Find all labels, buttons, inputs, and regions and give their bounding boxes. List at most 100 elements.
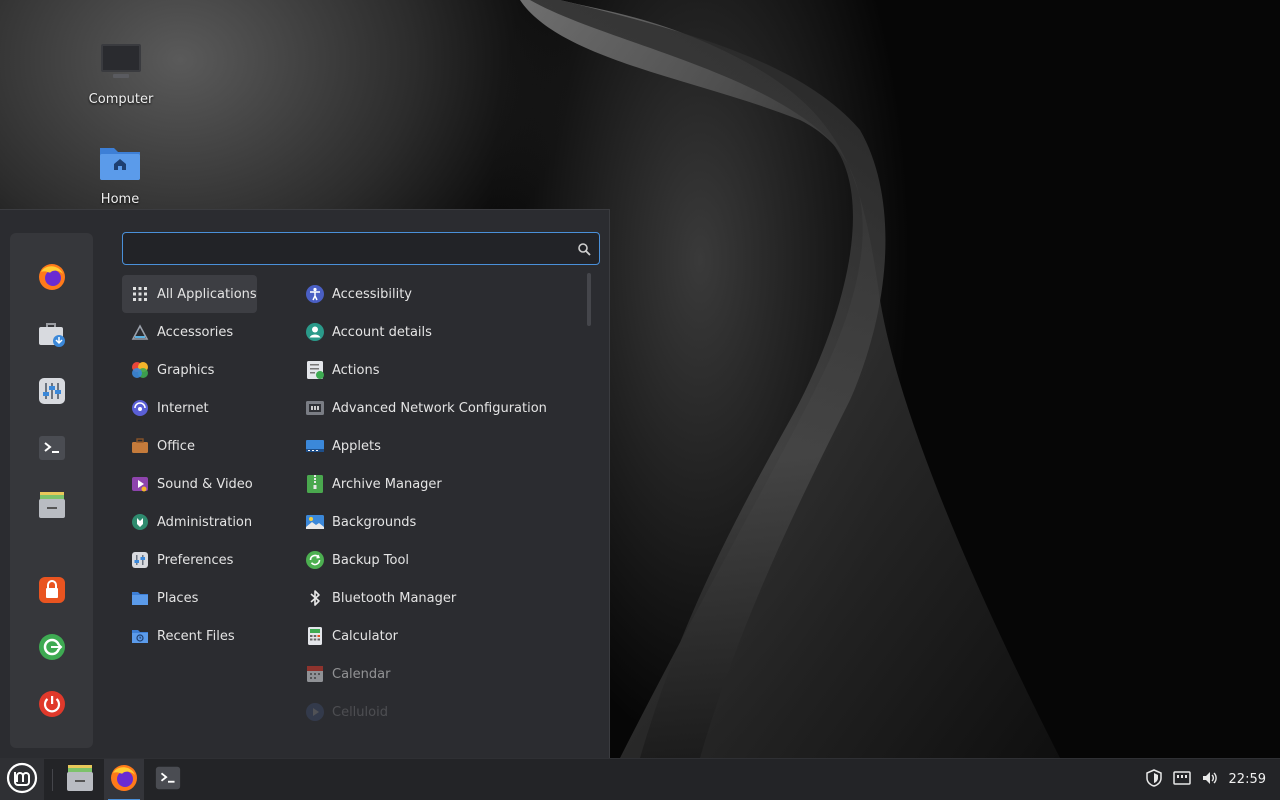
session-lock-screen[interactable] — [34, 574, 70, 610]
shield-icon — [1145, 769, 1163, 791]
app-accessibility[interactable]: Accessibility — [300, 275, 580, 313]
mint-logo-icon — [6, 762, 38, 798]
terminal-icon — [37, 433, 67, 467]
category-label: Office — [157, 438, 195, 454]
session-quit[interactable] — [34, 688, 70, 724]
favorite-files[interactable] — [34, 489, 70, 525]
taskbar-launcher-firefox[interactable] — [104, 759, 144, 800]
internet-icon — [130, 398, 150, 418]
menu-search-box[interactable] — [122, 232, 600, 265]
app-label: Bluetooth Manager — [332, 590, 457, 606]
network-icon — [304, 397, 326, 419]
category-all-applications[interactable]: All Applications — [122, 275, 257, 313]
power-icon — [37, 689, 67, 723]
favorite-firefox[interactable] — [34, 261, 70, 297]
category-label: Preferences — [157, 552, 234, 568]
category-accessories[interactable]: Accessories — [122, 313, 292, 351]
favorite-terminal[interactable] — [34, 432, 70, 468]
app-label: Applets — [332, 438, 381, 454]
favorite-software-manager[interactable] — [34, 318, 70, 354]
app-actions[interactable]: Actions — [300, 351, 580, 389]
app-label: Backup Tool — [332, 552, 410, 568]
tray-volume[interactable] — [1198, 759, 1222, 800]
app-archive-manager[interactable]: Archive Manager — [300, 465, 580, 503]
applets-icon — [304, 435, 326, 457]
category-label: Recent Files — [157, 628, 235, 644]
grid-icon — [130, 284, 150, 304]
app-label: Calendar — [332, 666, 391, 682]
desktop-icon-label: Home — [100, 192, 140, 207]
office-icon — [130, 436, 150, 456]
software-manager-icon — [37, 319, 67, 353]
category-label: Internet — [157, 400, 209, 416]
app-calculator[interactable]: Calculator — [300, 617, 580, 655]
app-bluetooth-manager[interactable]: Bluetooth Manager — [300, 579, 580, 617]
backgrounds-icon — [304, 511, 326, 533]
category-label: Graphics — [157, 362, 215, 378]
lock-icon — [37, 575, 67, 609]
app-label: Advanced Network Configuration — [332, 400, 547, 416]
app-label: Backgrounds — [332, 514, 417, 530]
taskbar-launcher-terminal[interactable] — [148, 759, 188, 800]
terminal-icon — [154, 764, 182, 796]
app-backgrounds[interactable]: Backgrounds — [300, 503, 580, 541]
files-icon — [37, 490, 67, 524]
monitor-icon — [71, 40, 171, 88]
account-icon — [304, 321, 326, 343]
files-icon — [65, 763, 95, 797]
category-internet[interactable]: Internet — [122, 389, 292, 427]
app-calendar[interactable]: Calendar — [300, 655, 580, 693]
app-account-details[interactable]: Account details — [300, 313, 580, 351]
celluloid-icon — [304, 701, 326, 723]
archive-icon — [304, 473, 326, 495]
category-office[interactable]: Office — [122, 427, 292, 465]
category-label: Administration — [157, 514, 253, 530]
taskbar-separator — [52, 769, 53, 791]
app-backup-tool[interactable]: Backup Tool — [300, 541, 580, 579]
clock[interactable]: 22:59 — [1229, 772, 1266, 787]
app-label: Account details — [332, 324, 432, 340]
desktop-icon-label: Computer — [88, 92, 154, 107]
backup-icon — [304, 549, 326, 571]
app-celluloid[interactable]: Celluloid — [300, 693, 580, 731]
category-administration[interactable]: Administration — [122, 503, 292, 541]
app-applets[interactable]: Applets — [300, 427, 580, 465]
category-preferences[interactable]: Preferences — [122, 541, 292, 579]
category-sound-video[interactable]: Sound & Video — [122, 465, 292, 503]
menu-button[interactable] — [0, 759, 44, 800]
category-list: All Applications Accessories Graphics In… — [122, 275, 292, 655]
taskbar-launcher-files[interactable] — [60, 759, 100, 800]
logout-icon — [37, 632, 67, 666]
administration-icon — [130, 512, 150, 532]
favorites-sidebar — [10, 233, 93, 748]
graphics-icon — [130, 360, 150, 380]
category-recent-files[interactable]: Recent Files — [122, 617, 292, 655]
bluetooth-icon — [304, 587, 326, 609]
category-graphics[interactable]: Graphics — [122, 351, 292, 389]
actions-icon — [304, 359, 326, 381]
category-label: All Applications — [157, 286, 257, 302]
app-list-scrollbar[interactable] — [587, 273, 591, 326]
search-input[interactable] — [123, 233, 563, 264]
tray-update-manager[interactable] — [1142, 759, 1166, 800]
settings-icon — [37, 376, 67, 410]
accessibility-icon — [304, 283, 326, 305]
tray-network[interactable] — [1170, 759, 1194, 800]
favorite-system-settings[interactable] — [34, 375, 70, 411]
category-places[interactable]: Places — [122, 579, 292, 617]
accessories-icon — [130, 322, 150, 342]
application-list: Accessibility Account details Actions Ad… — [300, 275, 580, 735]
app-label: Calculator — [332, 628, 399, 644]
app-label: Accessibility — [332, 286, 412, 302]
session-log-out[interactable] — [34, 631, 70, 667]
desktop-icon-computer[interactable]: Computer — [71, 40, 171, 107]
recent-files-icon — [130, 626, 150, 646]
app-advanced-network-configuration[interactable]: Advanced Network Configuration — [300, 389, 580, 427]
desktop-icon-home[interactable]: Home — [70, 140, 170, 207]
search-icon — [577, 241, 591, 260]
category-label: Accessories — [157, 324, 234, 340]
category-label: Places — [157, 590, 199, 606]
sound-video-icon — [130, 474, 150, 494]
app-label: Celluloid — [332, 704, 388, 720]
app-label: Actions — [332, 362, 380, 378]
